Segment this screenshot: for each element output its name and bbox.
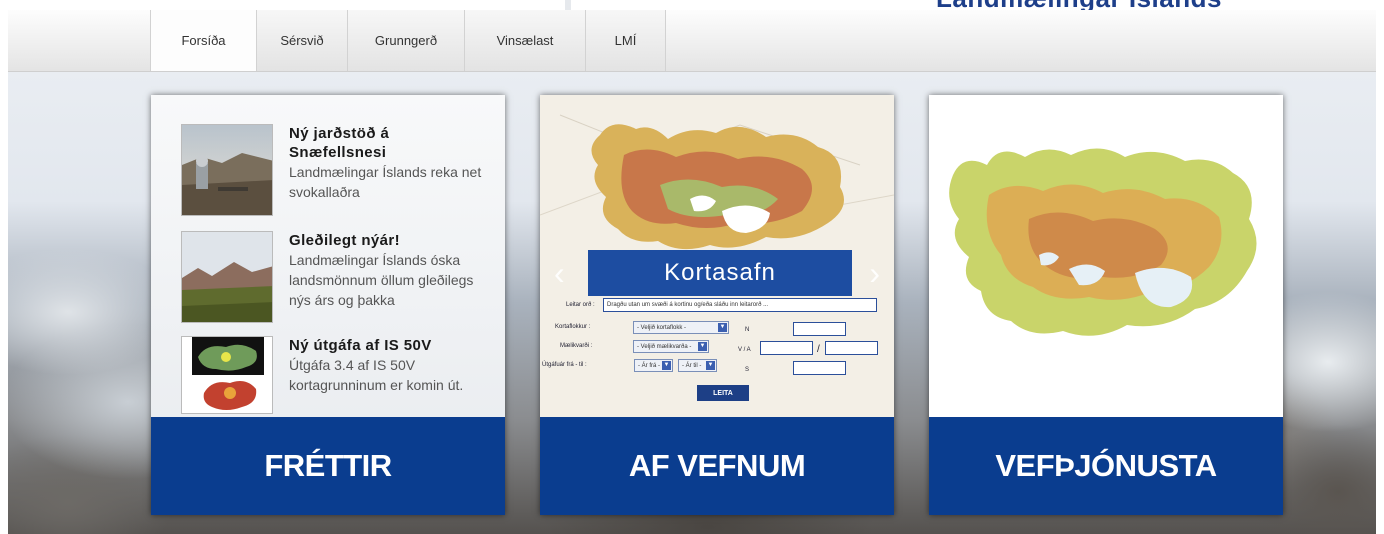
nav-item-sersvid[interactable]: Sérsvið xyxy=(256,10,347,71)
carousel-next-icon[interactable]: › xyxy=(869,255,880,292)
search-button[interactable]: LEITA xyxy=(697,385,749,401)
year-to-select[interactable]: - Ár til - ▼ xyxy=(678,359,717,372)
west-input[interactable] xyxy=(760,341,813,355)
chevron-down-icon: ▼ xyxy=(662,361,671,370)
main-navbar: Forsíða Sérsvið Grunngerð Vinsælast LMÍ xyxy=(8,10,1376,72)
news-body: Útgáfa 3.4 af IS 50V kortagrunninum er k… xyxy=(289,357,464,393)
news-card-label[interactable]: FRÉTTIR xyxy=(151,417,505,515)
year-to-value: - Ár til - xyxy=(682,362,702,369)
news-title[interactable]: Gleðilegt nýár! xyxy=(289,231,483,250)
iceland-terrain-image xyxy=(929,95,1283,417)
west-east-label: V / A xyxy=(738,347,751,353)
year-from-value: - Ár frá - xyxy=(638,362,660,369)
top-strip: Landmælingar Íslands xyxy=(0,0,1384,11)
search-label: Leitar orð : xyxy=(566,302,595,308)
news-text: Ný jarðstöð á Snæfellsnesi Landmælingar … xyxy=(289,124,483,202)
service-card-label[interactable]: VEFÞJÓNUSTA xyxy=(929,417,1283,515)
news-thumbnail[interactable] xyxy=(181,231,273,323)
news-thumbnail[interactable] xyxy=(181,336,273,414)
header-separator xyxy=(565,0,571,10)
news-body: Landmælingar Íslands óska landsmönnum öl… xyxy=(289,252,474,308)
photo-landscape-image xyxy=(182,232,272,322)
news-text: Ný útgáfa af IS 50V Útgáfa 3.4 af IS 50V… xyxy=(289,336,483,395)
news-title[interactable]: Ný útgáfa af IS 50V xyxy=(289,336,483,355)
photo-jardstod-image xyxy=(182,125,272,215)
category-select[interactable]: - Veljið kortaflokk - ▼ xyxy=(633,321,729,334)
news-text: Gleðilegt nýár! Landmælingar Íslands ósk… xyxy=(289,231,483,310)
scale-label: Mælikvarði : xyxy=(560,343,593,349)
nav-item-forsida[interactable]: Forsíða xyxy=(150,10,256,71)
year-from-select[interactable]: - Ár frá - ▼ xyxy=(634,359,673,372)
news-body: Landmælingar Íslands reka net svokallaðr… xyxy=(289,164,482,200)
map-thumbnail-image xyxy=(182,337,272,413)
chevron-down-icon: ▼ xyxy=(706,361,715,370)
coord-separator: / xyxy=(817,344,820,355)
chevron-down-icon: ▼ xyxy=(718,323,727,332)
site-tagline: Landmælingar Íslands xyxy=(936,0,1222,11)
main-nav: Forsíða Sérsvið Grunngerð Vinsælast LMÍ xyxy=(150,10,666,72)
map-panel: ‹ › Kortasafn Leitar orð : Dragðu utan u… xyxy=(540,95,894,417)
nav-item-grunngerd[interactable]: Grunngerð xyxy=(347,10,464,71)
service-card[interactable]: VEFÞJÓNUSTA xyxy=(929,95,1283,515)
search-input[interactable]: Dragðu utan um svæði á kortinu og/eða sl… xyxy=(603,298,877,312)
news-thumbnail[interactable] xyxy=(181,124,273,216)
south-input[interactable] xyxy=(793,361,846,375)
chevron-down-icon: ▼ xyxy=(698,342,707,351)
scale-select-value: - Veljið mælikvarða - xyxy=(637,343,692,350)
kortasafn-banner[interactable]: Kortasafn xyxy=(588,250,852,296)
nav-item-lmi[interactable]: LMÍ xyxy=(585,10,666,71)
news-title[interactable]: Ný jarðstöð á Snæfellsnesi xyxy=(289,124,483,162)
north-label: N xyxy=(745,327,750,333)
carousel-prev-icon[interactable]: ‹ xyxy=(554,255,565,292)
year-label: Útgáfuár frá - til : xyxy=(542,362,587,368)
web-card-label[interactable]: AF VEFNUM xyxy=(540,417,894,515)
north-input[interactable] xyxy=(793,322,846,336)
news-card[interactable]: Ný jarðstöð á Snæfellsnesi Landmælingar … xyxy=(151,95,505,515)
south-label: S xyxy=(745,367,750,373)
east-input[interactable] xyxy=(825,341,878,355)
nav-item-vinsaelast[interactable]: Vinsælast xyxy=(464,10,585,71)
category-select-value: - Veljið kortaflokk - xyxy=(637,324,687,331)
category-label: Kortaflokkur : xyxy=(555,324,591,330)
web-card[interactable]: ‹ › Kortasafn Leitar orð : Dragðu utan u… xyxy=(540,95,894,515)
scale-select[interactable]: - Veljið mælikvarða - ▼ xyxy=(633,340,709,353)
